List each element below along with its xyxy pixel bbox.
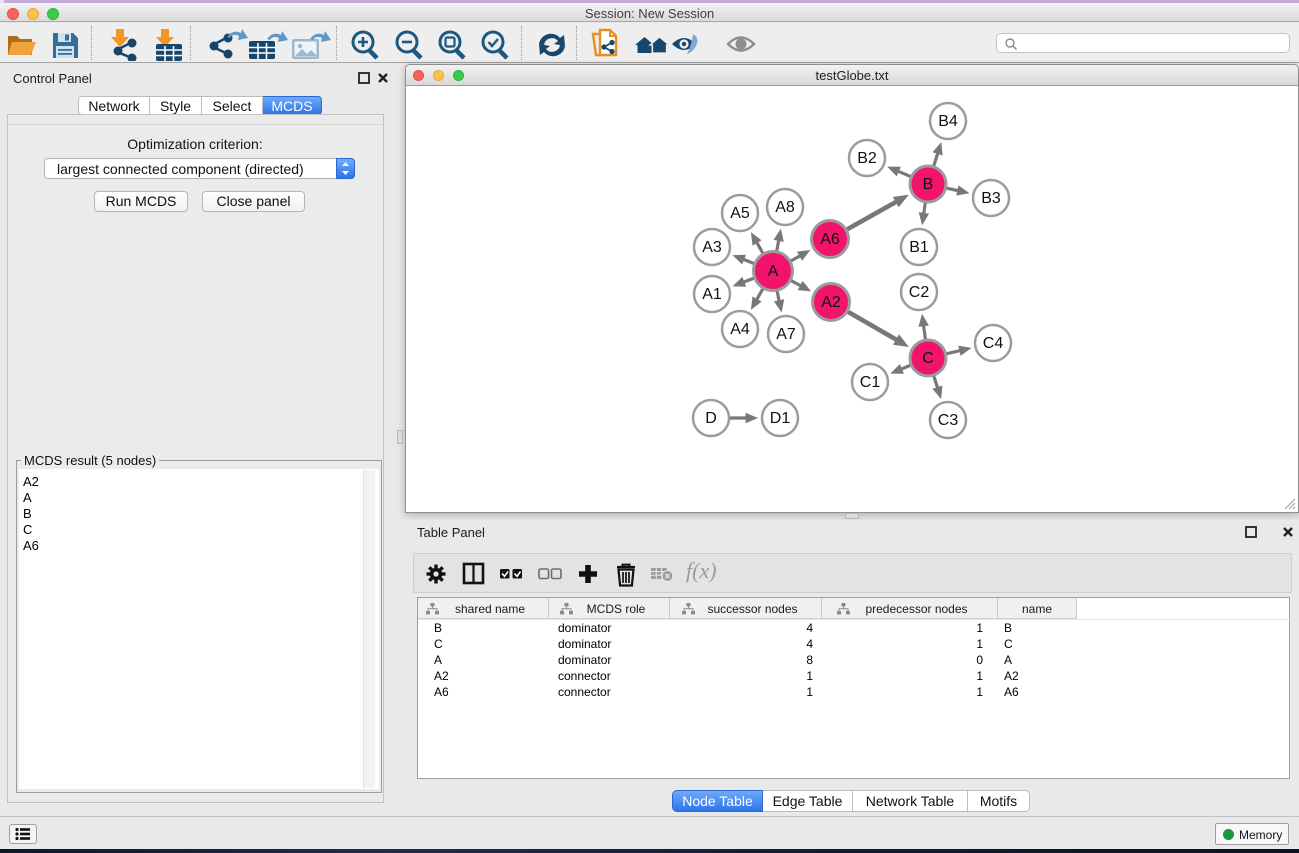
svg-text:A8: A8 [775, 199, 795, 216]
svg-text:A1: A1 [702, 286, 722, 303]
svg-text:C: C [922, 350, 934, 367]
svg-text:A: A [768, 263, 779, 280]
svg-text:C3: C3 [938, 412, 959, 429]
svg-text:A2: A2 [821, 294, 841, 311]
svg-text:A6: A6 [820, 231, 840, 248]
svg-text:D1: D1 [770, 410, 791, 427]
svg-text:A4: A4 [730, 321, 750, 338]
svg-text:A3: A3 [702, 239, 722, 256]
svg-text:C4: C4 [983, 335, 1004, 352]
svg-text:B4: B4 [938, 113, 958, 130]
svg-text:A7: A7 [776, 326, 796, 343]
svg-text:A5: A5 [730, 205, 750, 222]
svg-text:C1: C1 [860, 374, 881, 391]
svg-text:B3: B3 [981, 190, 1001, 207]
svg-text:C2: C2 [909, 284, 930, 301]
svg-text:D: D [705, 410, 717, 427]
svg-text:B2: B2 [857, 150, 877, 167]
svg-text:B1: B1 [909, 239, 929, 256]
svg-text:B: B [923, 176, 934, 193]
